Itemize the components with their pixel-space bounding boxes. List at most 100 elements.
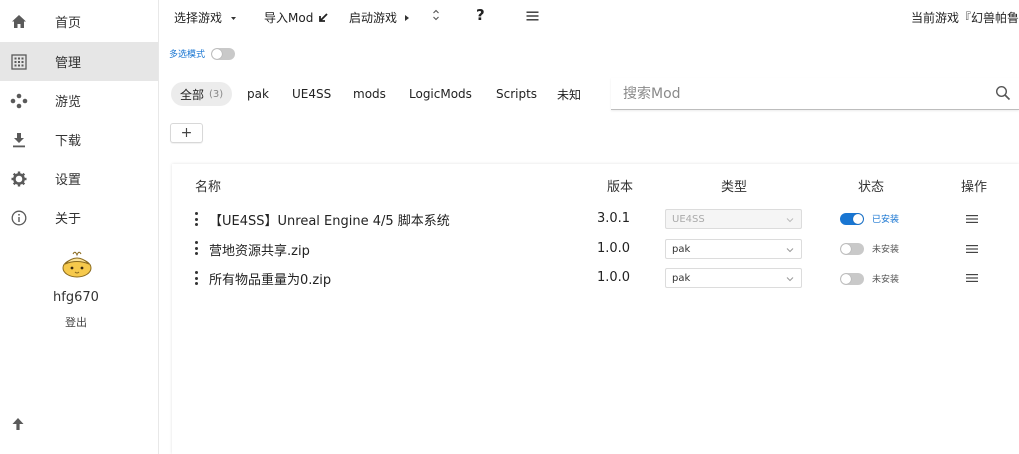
- multi-select-mode: 多选模式: [169, 47, 236, 60]
- sidebar-item-label: 管理: [55, 56, 82, 71]
- multi-select-label: 多选模式: [169, 50, 206, 60]
- launch-game-dropdown[interactable]: 启动游戏: [349, 9, 413, 26]
- mod-table: [172, 164, 1019, 454]
- sidebar-item-explore[interactable]: 游览: [0, 81, 158, 120]
- sidebar-item-label: 下载: [55, 134, 82, 149]
- tab-label: 全部: [180, 87, 205, 102]
- tab-label: LogicMods: [409, 87, 472, 101]
- toggle-knob: [841, 243, 851, 254]
- multi-select-toggle[interactable]: [211, 47, 236, 60]
- launch-options-toggle[interactable]: [431, 8, 441, 22]
- tab-unknown[interactable]: 未知: [557, 82, 581, 106]
- type-value: pak: [672, 272, 691, 284]
- status-cell: 已安装: [840, 212, 899, 225]
- sidebar-item-about[interactable]: 关于: [0, 198, 158, 237]
- install-toggle[interactable]: [840, 272, 864, 285]
- header-type: 类型: [721, 180, 748, 195]
- explore-icon: [10, 92, 28, 110]
- tab-count: (3): [209, 88, 224, 100]
- search-icon[interactable]: [995, 85, 1013, 103]
- mod-name: 营地资源共享.zip: [209, 244, 310, 259]
- updown-chevron-icon: [433, 9, 439, 21]
- status-cell: 未安装: [840, 272, 899, 285]
- drag-handle-icon[interactable]: [193, 271, 199, 285]
- search-input[interactable]: [623, 84, 973, 104]
- type-select[interactable]: pak: [665, 239, 802, 259]
- row-menu-icon[interactable]: [966, 243, 980, 255]
- chevron-down-icon: [786, 248, 794, 253]
- sidebar-item-label: 设置: [55, 173, 82, 188]
- import-arrow-icon: [319, 12, 328, 22]
- status-label: 已安装: [872, 215, 900, 225]
- mod-version: 3.0.1: [597, 211, 631, 226]
- select-game-dropdown[interactable]: 选择游戏: [174, 9, 240, 26]
- sidebar-item-label: 游览: [55, 95, 82, 110]
- help-label: ?: [476, 6, 485, 24]
- toggle-knob: [212, 48, 223, 59]
- header-status: 状态: [858, 180, 885, 195]
- menu-button[interactable]: [526, 10, 539, 22]
- sidebar-item-manage[interactable]: 管理: [0, 42, 158, 81]
- status-label: 未安装: [872, 275, 900, 285]
- tab-mods[interactable]: mods: [353, 82, 386, 106]
- type-value: pak: [672, 243, 691, 255]
- type-value: UE4SS: [672, 213, 705, 225]
- tab-label: UE4SS: [292, 87, 332, 101]
- sidebar-item-download[interactable]: 下载: [0, 120, 158, 159]
- sidebar-item-label: 关于: [55, 212, 82, 227]
- drag-handle-icon[interactable]: [193, 241, 199, 255]
- status-label: 未安装: [872, 245, 900, 255]
- toolbar: 选择游戏 导入Mod 启动游戏 ? 当前游戏『幻兽帕鲁: [159, 0, 1019, 34]
- import-mod-button[interactable]: 导入Mod: [264, 9, 329, 26]
- select-game-label: 选择游戏: [174, 11, 223, 25]
- tab-ue4ss[interactable]: UE4SS: [292, 82, 331, 106]
- install-toggle[interactable]: [840, 242, 864, 255]
- tab-logicmods[interactable]: LogicMods: [409, 82, 472, 106]
- chevron-down-icon: [786, 277, 794, 282]
- tab-label: 未知: [557, 87, 582, 102]
- menu-icon: [526, 11, 539, 21]
- tab-label: pak: [247, 87, 269, 101]
- download-icon: [10, 131, 28, 149]
- mod-version: 1.0.0: [597, 270, 631, 285]
- chevron-down-icon: [786, 218, 794, 223]
- type-select: UE4SS: [665, 209, 802, 229]
- toggle-knob: [853, 213, 863, 224]
- gear-icon: [10, 170, 28, 188]
- tab-pak[interactable]: pak: [247, 82, 269, 106]
- mod-version: 1.0.0: [597, 241, 631, 256]
- username: hfg670: [53, 290, 99, 305]
- type-select[interactable]: pak: [665, 268, 802, 288]
- tab-scripts[interactable]: Scripts: [496, 82, 537, 106]
- header-name: 名称: [195, 180, 222, 195]
- sidebar-item-label: 首页: [55, 16, 82, 31]
- play-icon: [405, 14, 410, 21]
- grid-icon: [10, 53, 28, 71]
- mod-name: 【UE4SS】Unreal Engine 4/5 脚本系统: [209, 214, 450, 229]
- caret-down-icon: [231, 16, 237, 20]
- row-menu-icon[interactable]: [966, 213, 980, 225]
- drag-handle-icon[interactable]: [193, 212, 199, 226]
- arrow-up-icon[interactable]: [11, 417, 27, 433]
- launch-game-label: 启动游戏: [349, 11, 398, 25]
- install-toggle[interactable]: [840, 212, 864, 225]
- sidebar-item-settings[interactable]: 设置: [0, 159, 158, 198]
- help-button[interactable]: ?: [476, 6, 485, 24]
- avatar[interactable]: [60, 250, 94, 280]
- home-icon: [10, 13, 28, 31]
- toggle-knob: [841, 273, 851, 284]
- logout-link[interactable]: 登出: [0, 314, 155, 330]
- header-version: 版本: [607, 180, 634, 195]
- current-game-label: 当前游戏『幻兽帕鲁: [910, 11, 1019, 25]
- row-menu-icon[interactable]: [966, 272, 980, 284]
- info-icon: [10, 209, 28, 227]
- mod-name: 所有物品重量为0.zip: [209, 273, 332, 288]
- search-box: [611, 78, 1019, 110]
- tab-label: mods: [353, 87, 386, 101]
- header-actions: 操作: [961, 180, 988, 195]
- sidebar-item-home[interactable]: 首页: [0, 2, 158, 41]
- status-cell: 未安装: [840, 242, 899, 255]
- tab-all[interactable]: 全部 (3): [171, 82, 233, 106]
- sidebar: 首页 管理 游览 下载 设置 关于 hfg670 登出: [0, 0, 159, 454]
- add-mod-button[interactable]: +: [170, 123, 203, 143]
